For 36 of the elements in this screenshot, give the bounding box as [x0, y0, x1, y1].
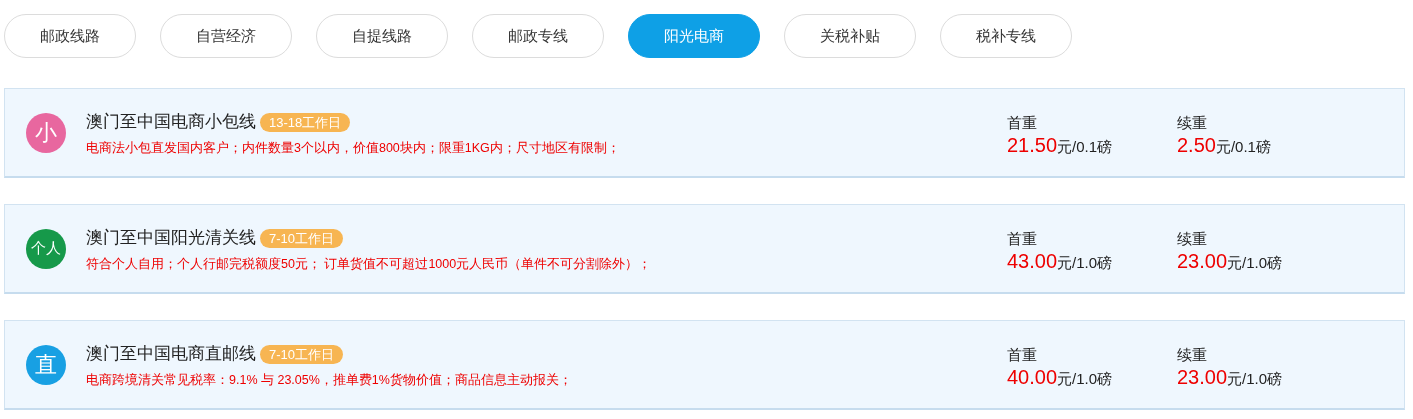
- price-label: 续重: [1177, 344, 1208, 365]
- delivery-time-badge: 7-10工作日: [260, 344, 344, 364]
- route-title: 澳门至中国阳光清关线: [86, 227, 256, 250]
- price-amount: 40.00: [1007, 364, 1058, 389]
- price-amount: 2.50: [1177, 132, 1216, 157]
- delivery-time-badge: 13-18工作日: [260, 112, 351, 132]
- route-description: 符合个人自用；个人行邮完税额度50元； 订单货值不可超过1000元人民币（单件不可分割除外）；: [86, 255, 652, 273]
- price-amount: 23.00: [1177, 364, 1228, 389]
- route-tab[interactable]: 邮政专线: [472, 14, 604, 58]
- route-icon: 小: [26, 112, 66, 153]
- price-unit: 元/1.0磅: [1227, 252, 1283, 273]
- price-unit: 元/0.1磅: [1057, 136, 1113, 157]
- route-title: 澳门至中国电商直邮线: [86, 343, 256, 366]
- route-icon: 个人: [26, 228, 66, 269]
- price-amount: 21.50: [1007, 132, 1058, 157]
- price-amount: 43.00: [1007, 248, 1058, 273]
- delivery-time-badge: 7-10工作日: [260, 228, 344, 248]
- price-unit: 元/1.0磅: [1057, 252, 1113, 273]
- price-label: 续重: [1177, 228, 1208, 249]
- route-tab[interactable]: 自提线路: [316, 14, 448, 58]
- price-label: 首重: [1007, 112, 1038, 133]
- route-tab[interactable]: 税补专线: [940, 14, 1072, 58]
- price-unit: 元/1.0磅: [1057, 368, 1113, 389]
- price-label: 续重: [1177, 112, 1208, 133]
- route-icon: 直: [26, 344, 66, 385]
- route-tab[interactable]: 邮政线路: [4, 14, 136, 58]
- route-description: 电商跨境清关常见税率：9.1% 与 23.05%，推单费1%货物价值；商品信息主动报关；: [86, 371, 572, 389]
- route-description: 电商法小包直发国内客户；内件数量3个以内，价值800块内；限重1KG内；尺寸地区有限制；: [86, 139, 620, 157]
- price-label: 首重: [1007, 344, 1038, 365]
- route-tab[interactable]: 自营经济: [160, 14, 292, 58]
- price-unit: 元/0.1磅: [1215, 136, 1271, 157]
- route-title: 澳门至中国电商小包线: [86, 111, 256, 134]
- price-label: 首重: [1007, 228, 1038, 249]
- route-tab[interactable]: 关税补贴: [784, 14, 916, 58]
- price-amount: 23.00: [1177, 248, 1228, 273]
- price-unit: 元/1.0磅: [1227, 368, 1283, 389]
